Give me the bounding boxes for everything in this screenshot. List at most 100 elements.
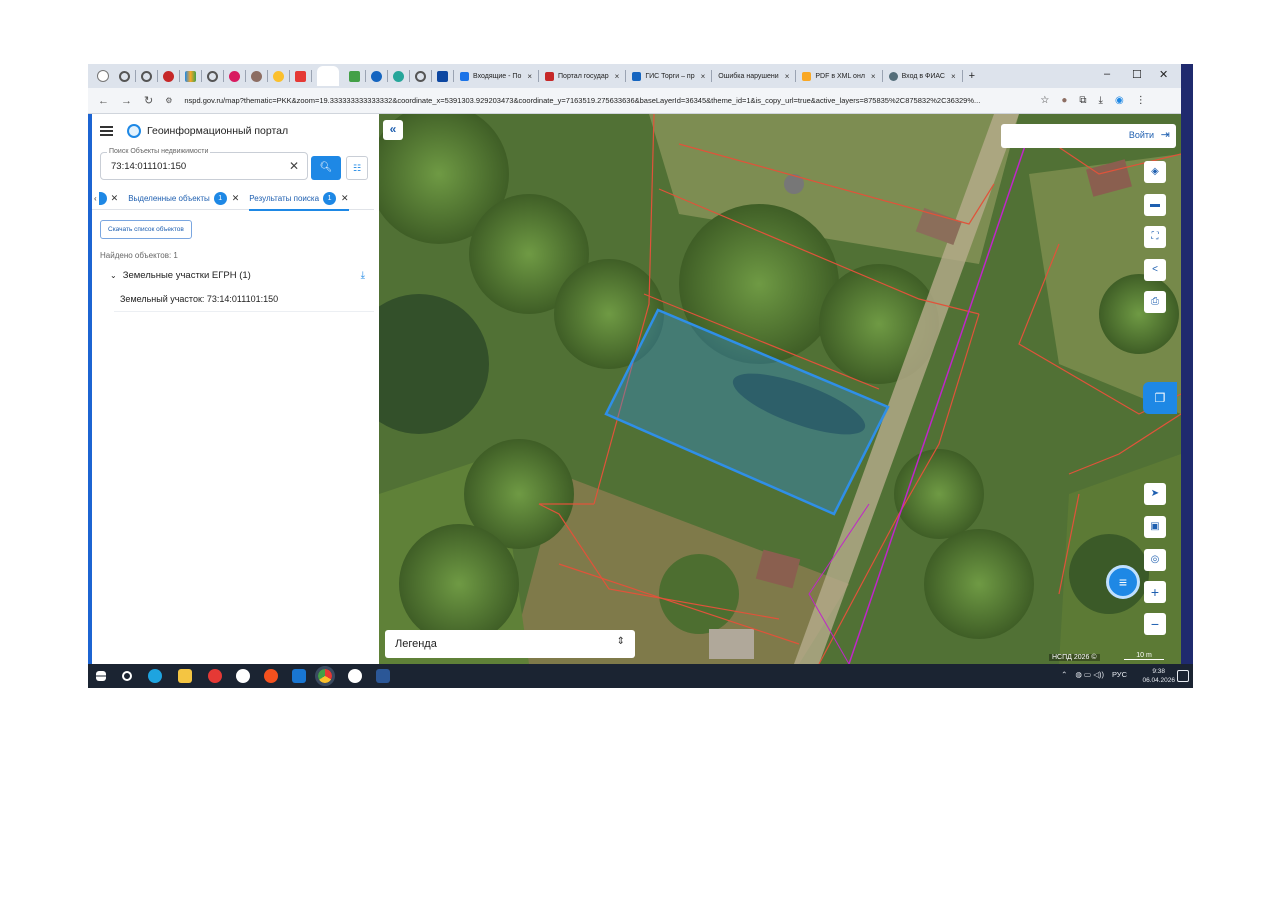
- chat-button[interactable]: ≡: [1106, 565, 1140, 599]
- tab-close-icon[interactable]: ×: [785, 72, 790, 81]
- forward-icon[interactable]: →: [121, 95, 132, 107]
- select-area-button[interactable]: ⛶: [1144, 226, 1166, 248]
- tab-pinned-icon[interactable]: [207, 70, 218, 82]
- chrome-icon[interactable]: [315, 666, 335, 686]
- tab-search-results[interactable]: Результаты поиска 1 ✕: [249, 188, 349, 211]
- basemap-icon: ▣: [1150, 521, 1160, 532]
- tab-close-icon[interactable]: ×: [615, 72, 620, 81]
- bookmark-star-icon[interactable]: ☆: [1040, 95, 1049, 106]
- browser-icon[interactable]: [236, 669, 250, 683]
- edge-icon[interactable]: [148, 669, 162, 683]
- login-bar[interactable]: Войти ⇥: [1001, 124, 1176, 148]
- hidden-tab-close-icon[interactable]: ✕: [111, 193, 119, 204]
- browser-tab[interactable]: Входящие - По ×: [454, 66, 538, 86]
- clock[interactable]: 9:38 06.04.2026: [1142, 667, 1175, 685]
- tabs-scroll-left-icon[interactable]: ‹: [94, 194, 97, 203]
- tab-pinned-icon[interactable]: [251, 70, 262, 82]
- yandex-icon[interactable]: [264, 669, 278, 683]
- extension-icon[interactable]: ●: [1061, 95, 1067, 106]
- tab-selected-objects[interactable]: Выделенные объекты 1 ✕: [128, 188, 239, 210]
- back-icon[interactable]: ←: [98, 95, 109, 107]
- hamburger-menu-icon[interactable]: [100, 126, 113, 136]
- print-icon: ⎙: [1151, 296, 1159, 307]
- tab-pinned-icon[interactable]: [229, 70, 240, 82]
- filter-button[interactable]: ☷: [346, 156, 368, 180]
- tab-pinned-icon[interactable]: [119, 70, 130, 82]
- hidden-tab-badge[interactable]: [98, 192, 107, 205]
- tab-close-icon[interactable]: ×: [527, 72, 532, 81]
- layers-button[interactable]: ◈: [1144, 161, 1166, 183]
- minimize-icon[interactable]: –: [1104, 68, 1110, 80]
- collapse-sidebar-button[interactable]: «: [383, 120, 403, 140]
- tab-close-icon[interactable]: ×: [871, 72, 876, 81]
- search-input[interactable]: [111, 161, 281, 172]
- tab-pinned-icon[interactable]: [273, 70, 284, 82]
- close-tab-icon[interactable]: ✕: [232, 193, 240, 204]
- tab-pinned-icon[interactable]: [437, 70, 448, 82]
- site-info-icon[interactable]: ⚙: [165, 96, 172, 105]
- tab-pinned-icon[interactable]: [371, 70, 382, 82]
- tab-pinned-icon[interactable]: [349, 70, 360, 82]
- maximize-icon[interactable]: ☐: [1132, 68, 1142, 81]
- close-tab-icon[interactable]: ✕: [341, 193, 349, 204]
- app-icon[interactable]: [292, 669, 306, 683]
- side-panel-button[interactable]: ❐: [1143, 382, 1177, 414]
- result-group[interactable]: ⌄ Земельные участки ЕГРН (1) ⤓: [110, 270, 365, 281]
- menu-dots-icon[interactable]: ⋮: [1136, 95, 1146, 106]
- file-explorer-icon[interactable]: [178, 669, 192, 683]
- search-field[interactable]: Поиск Объекты недвижимости ✕: [100, 148, 308, 180]
- language-indicator[interactable]: РУС: [1112, 670, 1127, 679]
- tab-pinned-icon[interactable]: [415, 70, 426, 82]
- map-view[interactable]: « Войти ⇥ ◈ ▬ ⛶ < ⎙ ❐ ➤ ▣ ◎ + − ≡ Легенд…: [379, 114, 1181, 664]
- tab-search-icon[interactable]: [97, 70, 109, 82]
- page: Геоинформационный портал Поиск Объекты н…: [88, 114, 1181, 664]
- geolocation-button[interactable]: ◎: [1144, 549, 1166, 571]
- tab-pinned-icon[interactable]: [141, 70, 152, 82]
- clear-search-icon[interactable]: ✕: [289, 159, 299, 173]
- tab-pinned-icon[interactable]: [163, 70, 174, 82]
- reload-icon[interactable]: ↻: [144, 94, 153, 107]
- legend-select[interactable]: Легенда ⇕: [385, 630, 635, 658]
- login-label[interactable]: Войти: [1129, 130, 1154, 140]
- download-icon[interactable]: ⤓: [1099, 95, 1103, 106]
- browser-tab[interactable]: Портал государ ×: [539, 66, 625, 86]
- browser-tab[interactable]: PDF в XML онл ×: [796, 66, 881, 86]
- extensions-puzzle-icon[interactable]: ⧉: [1079, 95, 1086, 106]
- browser-tab[interactable]: Вход в ФИАС ×: [883, 66, 962, 86]
- search-button[interactable]: 🔍︎: [311, 156, 341, 180]
- close-window-icon[interactable]: ✕: [1159, 68, 1168, 81]
- zoom-out-button[interactable]: −: [1144, 613, 1166, 635]
- opera-icon[interactable]: [208, 669, 222, 683]
- profile-icon[interactable]: ◉: [1115, 95, 1124, 106]
- basemap-button[interactable]: ▣: [1144, 516, 1166, 538]
- tab-active[interactable]: [317, 66, 339, 86]
- word-icon[interactable]: [376, 669, 390, 683]
- login-icon[interactable]: ⇥: [1161, 128, 1170, 141]
- tray-icons[interactable]: ◍ ▭ ◁)): [1075, 670, 1104, 679]
- tab-pinned-icon[interactable]: [295, 70, 306, 82]
- download-list-button[interactable]: Скачать список объектов: [100, 220, 192, 239]
- aerial-imagery: [379, 114, 1181, 664]
- search-icon[interactable]: [122, 671, 132, 681]
- list-item[interactable]: Земельный участок: 73:14:011101:150: [114, 288, 374, 312]
- yandex-browser-icon[interactable]: [348, 669, 362, 683]
- tab-pinned-icon[interactable]: [393, 70, 404, 82]
- download-icon[interactable]: ⤓: [361, 270, 365, 281]
- url-field[interactable]: nspd.gov.ru/map?thematic=PKK&zoom=19.333…: [184, 96, 1034, 105]
- ruler-button[interactable]: ▬: [1144, 194, 1166, 216]
- locate-button[interactable]: ➤: [1144, 483, 1166, 505]
- browser-tab[interactable]: ГИС Торги – пр ×: [626, 66, 711, 86]
- print-button[interactable]: ⎙: [1144, 291, 1166, 313]
- tray-chevron-icon[interactable]: ⌃: [1061, 670, 1067, 679]
- tab-pinned-icon[interactable]: [185, 70, 196, 82]
- tab-close-icon[interactable]: ×: [951, 72, 956, 81]
- share-icon: <: [1152, 264, 1158, 275]
- zoom-in-button[interactable]: +: [1144, 581, 1166, 603]
- share-button[interactable]: <: [1144, 259, 1166, 281]
- notification-icon[interactable]: [1177, 670, 1189, 682]
- chevron-down-icon[interactable]: ⌄: [110, 271, 117, 280]
- tab-close-icon[interactable]: ×: [701, 72, 706, 81]
- windows-start-icon[interactable]: [96, 671, 106, 681]
- new-tab-button[interactable]: +: [963, 66, 981, 86]
- browser-tab[interactable]: Ошибка нарушени ×: [712, 66, 795, 86]
